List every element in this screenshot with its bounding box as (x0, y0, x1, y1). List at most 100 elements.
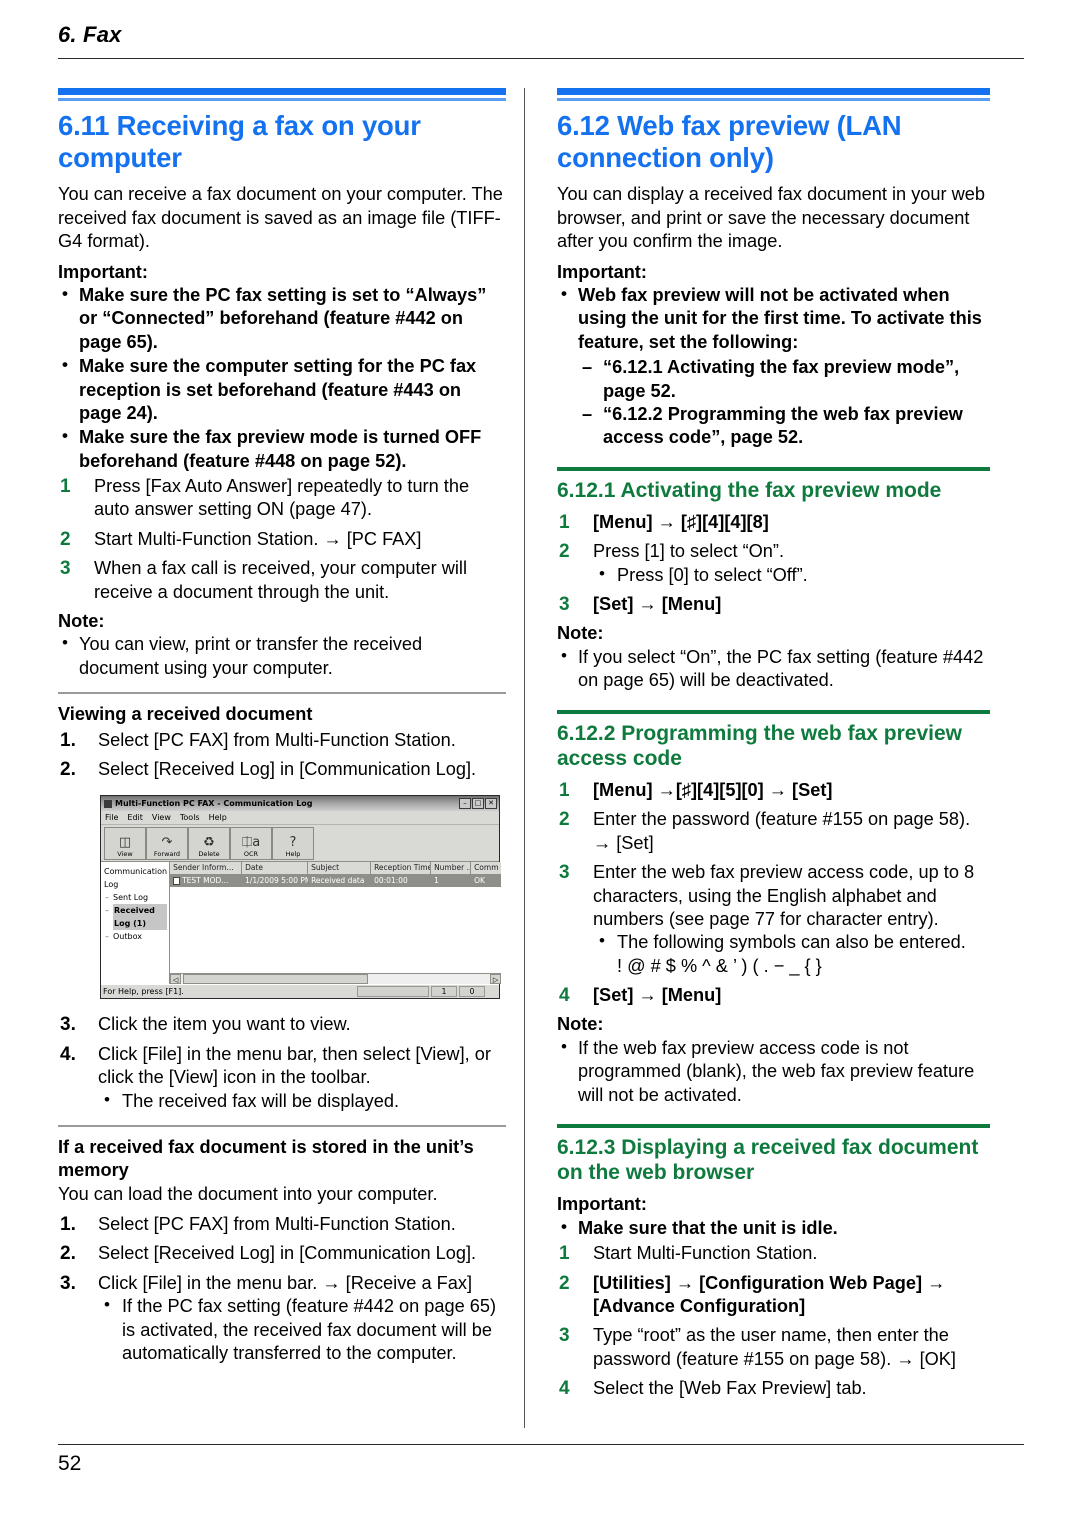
maximize-icon[interactable]: □ (472, 798, 484, 810)
subsection-title-6-12-2: 6.12.2 Programming the web fax preview a… (557, 721, 962, 770)
tree-root[interactable]: Communication Log (103, 865, 167, 891)
menu-item-view[interactable]: View (152, 813, 171, 822)
step-text: [Menu] →[♯][4][5][0] → [Set] (593, 779, 833, 800)
step-number: 2. (60, 758, 76, 780)
status-count-a: 1 (431, 986, 457, 998)
column-header[interactable]: Number ... (431, 862, 472, 875)
log-grid: Sender Inform... Date Subject Reception … (170, 862, 502, 985)
column-header[interactable]: Subject (308, 862, 372, 875)
step-item: 1 [Menu] →[♯][4][5][0] → [Set] (557, 779, 990, 802)
step-item: 3 Enter the web fax preview access code,… (557, 861, 990, 978)
screenshot-title-bar: Multi-Function PC FAX - Communication Lo… (101, 796, 499, 812)
toolbar-delete-button[interactable]: ♻ Delete (188, 827, 230, 861)
scroll-thumb[interactable] (183, 974, 369, 985)
note-label-6-12-1: Note: (557, 623, 604, 644)
important-label-right: Important: (557, 261, 647, 282)
menu-item-tools[interactable]: Tools (180, 813, 200, 822)
step-item: 2 Press [1] to select “On”. Press [0] to… (557, 540, 990, 587)
menu-item-edit[interactable]: Edit (127, 813, 143, 822)
step-text: Click [File] in the menu bar, then selec… (98, 1043, 491, 1088)
column-header[interactable]: Date (242, 862, 309, 875)
column-header[interactable]: Comm (471, 862, 501, 874)
important-list-right: Web fax preview will not be activated wh… (557, 283, 990, 354)
step-item: 2 Start Multi-Function Station. → [PC FA… (58, 528, 506, 551)
step-text: Click [File] in the menu bar. → [Receive… (98, 1272, 472, 1293)
step-item: 1 Start Multi-Function Station. (557, 1242, 990, 1265)
toolbar-help-button[interactable]: ? Help (272, 827, 314, 861)
note-list-6-12-1: If you select “On”, the PC fax setting (… (557, 645, 990, 693)
note-list-left: You can view, print or transfer the rece… (58, 632, 506, 680)
step-item: 1 Press [Fax Auto Answer] repeatedly to … (58, 475, 506, 522)
step-number: 3. (60, 1014, 76, 1036)
section-title-6-12: 6.12 Web fax preview (LAN connection onl… (557, 109, 902, 173)
step-number: 4 (559, 1378, 570, 1400)
toolbar-forward-button[interactable]: ↷ Forward (146, 827, 188, 861)
toolbar-label: Help (285, 850, 301, 859)
step-sublist: If the PC fax setting (feature #442 on p… (98, 1294, 506, 1365)
step-item: 2. Select [Received Log] in [Communicati… (58, 758, 506, 781)
step-item: 4. Click [File] in the menu bar, then se… (58, 1043, 506, 1113)
grid-rows: TEST MOD... 1/1/2009 5:00 PM Received da… (170, 875, 502, 974)
left-column: 6.11 Receiving a fax on your computer Yo… (58, 88, 524, 1428)
toolbar-ocr-button[interactable]: ⎅a OCR (230, 827, 272, 861)
scroll-left-icon[interactable]: ◁ (170, 974, 182, 985)
step-text: Select [Received Log] in [Communication … (98, 1243, 477, 1264)
step-number: 3 (559, 862, 570, 884)
note-list-6-12-2: If the web fax preview access code is no… (557, 1036, 990, 1107)
list-item: Web fax preview will not be activated wh… (557, 283, 990, 354)
screenshot-toolbar: ◫ View ↷ Forward ♻ Delete ⎅a OCR ? Help (101, 825, 499, 863)
divider (58, 1124, 506, 1127)
step-item: 1. Select [PC FAX] from Multi-Function S… (58, 1213, 506, 1236)
dash-list-right: “6.12.1 Activating the fax preview mode”… (557, 356, 990, 450)
list-item: If the PC fax setting (feature #442 on p… (98, 1294, 506, 1365)
tree-item-received-log: Received Log (1) (103, 904, 168, 931)
column-header[interactable]: Sender Inform... (170, 862, 243, 875)
step-text: Select the [Web Fax Preview] tab. (593, 1378, 867, 1399)
step-number: 4 (559, 985, 570, 1007)
close-icon[interactable]: ✕ (485, 798, 497, 810)
green-section-rule (557, 1124, 990, 1129)
right-column: 6.12 Web fax preview (LAN connection onl… (524, 88, 990, 1428)
step-text: Press [Fax Auto Answer] repeatedly to tu… (94, 476, 470, 520)
step-text: Start Multi-Function Station. (593, 1243, 818, 1264)
step-number: 1 (559, 511, 570, 533)
important-label-6-12-3: Important: (557, 1194, 647, 1215)
step-text: Select [PC FAX] from Multi-Function Stat… (98, 1214, 456, 1235)
list-item: Make sure that the unit is idle. (557, 1216, 990, 1240)
menu-item-file[interactable]: File (105, 813, 118, 822)
memory-steps: 1. Select [PC FAX] from Multi-Function S… (58, 1213, 506, 1365)
step-text: Click the item you want to view. (98, 1014, 351, 1035)
status-count-b: 0 (459, 986, 485, 998)
manual-page: 6. Fax 6.11 Receiving a fax on your comp… (0, 0, 1080, 1526)
toolbar-view-button[interactable]: ◫ View (104, 827, 146, 861)
resize-grip-icon[interactable] (487, 987, 497, 997)
toolbar-label: Forward (153, 850, 181, 859)
scroll-track[interactable] (181, 974, 491, 985)
column-header[interactable]: Reception Time (371, 862, 432, 875)
minimize-icon[interactable]: – (459, 798, 471, 810)
menu-item-help[interactable]: Help (209, 813, 227, 822)
step-sublist: The received fax will be displayed. (98, 1089, 506, 1113)
step-text: Select [Received Log] in [Communication … (98, 758, 477, 779)
toolbar-label: OCR (243, 850, 259, 859)
list-item: The received fax will be displayed. (98, 1089, 506, 1113)
two-column-layout: 6.11 Receiving a fax on your computer Yo… (58, 88, 1024, 1428)
step-text: Press [1] to select “On”. (593, 541, 785, 562)
running-header: 6. Fax (58, 22, 122, 47)
blue-section-rule (58, 88, 506, 101)
steps-6-11: 1 Press [Fax Auto Answer] repeatedly to … (58, 475, 506, 604)
step-number: 3 (559, 594, 570, 616)
viewing-heading: Viewing a received document (58, 704, 313, 725)
screenshot-body: Communication Log Sent Log Received Log … (101, 862, 502, 985)
important-list-6-12-3: Make sure that the unit is idle. (557, 1216, 990, 1240)
step-number: 3 (559, 1325, 570, 1347)
symbol-list: ! @ # $ % ^ & ’ ) ( . − _ { } (617, 955, 822, 976)
step-text: Select [PC FAX] from Multi-Function Stat… (98, 729, 456, 750)
step-item: 4 Select the [Web Fax Preview] tab. (557, 1377, 990, 1400)
table-row[interactable]: TEST MOD... 1/1/2009 5:00 PM Received da… (170, 875, 502, 888)
subsection-title-6-12-3: 6.12.3 Displaying a received fax documen… (557, 1136, 979, 1185)
horizontal-scrollbar[interactable]: ◁ ▷ (170, 973, 502, 985)
scroll-right-icon[interactable]: ▷ (490, 974, 502, 985)
cell-subject: Received data (311, 876, 365, 886)
step-text: [Menu] → [♯][4][4][8] (593, 511, 769, 532)
